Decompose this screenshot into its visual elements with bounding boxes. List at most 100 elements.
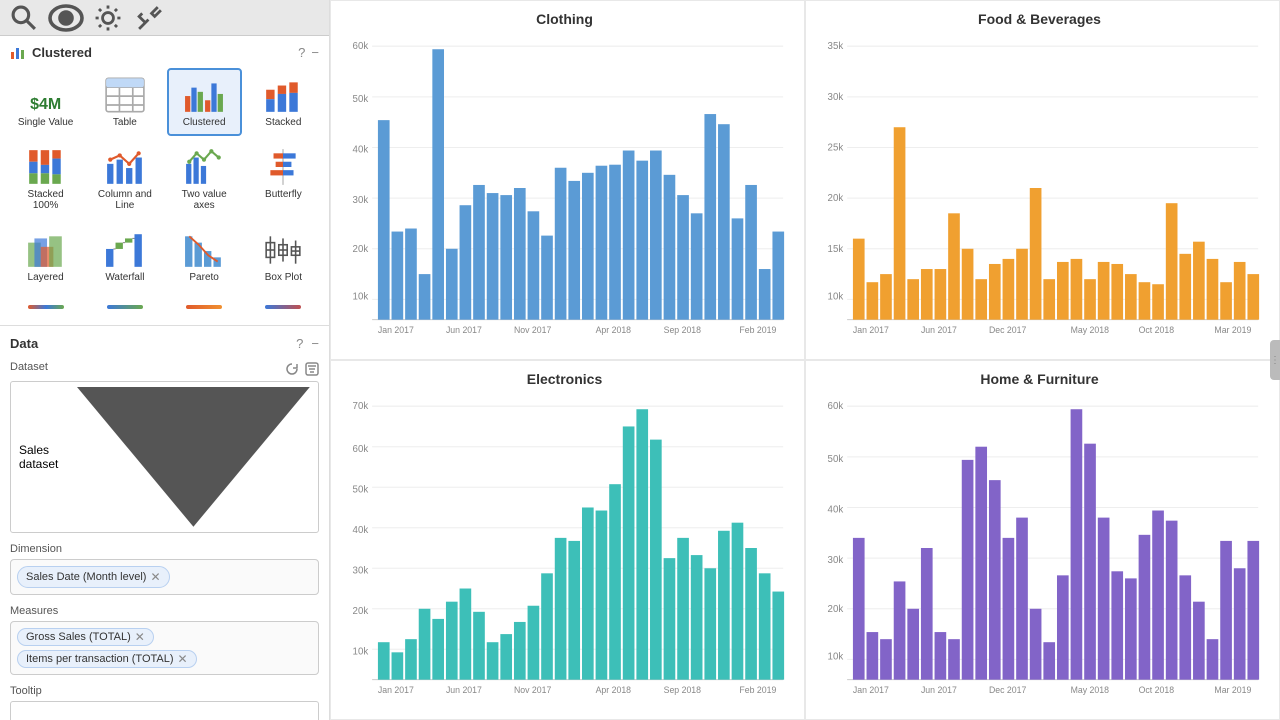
chart-type-grid: $4M Single Value Table bbox=[6, 66, 323, 293]
chart-type-pareto[interactable]: Pareto bbox=[167, 223, 242, 291]
chart-type-waterfall[interactable]: Waterfall bbox=[87, 223, 162, 291]
chart-wrapper-food: 35k 30k 25k 20k 15k 10k bbox=[816, 31, 1263, 345]
dimension-pill-0[interactable]: Sales Date (Month level) ✕ bbox=[17, 566, 170, 588]
measures-label: Measures bbox=[10, 605, 319, 617]
svg-text:60k: 60k bbox=[353, 41, 369, 52]
layered-icon bbox=[26, 231, 66, 269]
single-value-label: Single Value bbox=[18, 117, 73, 128]
measures-pill-remove-0[interactable]: ✕ bbox=[135, 631, 145, 643]
chart-wrapper-furniture: 60k 50k 40k 30k 20k 10k bbox=[816, 391, 1263, 705]
tools-toolbar-btn[interactable] bbox=[130, 4, 170, 32]
svg-text:10k: 10k bbox=[353, 646, 369, 657]
svg-text:Oct 2018: Oct 2018 bbox=[1139, 685, 1174, 695]
table-icon bbox=[105, 76, 145, 114]
svg-text:Apr 2018: Apr 2018 bbox=[596, 685, 631, 695]
two-value-icon bbox=[184, 148, 224, 186]
chart-type-single-value[interactable]: $4M Single Value bbox=[8, 68, 83, 136]
chart-type-table[interactable]: Table bbox=[87, 68, 162, 136]
svg-text:15k: 15k bbox=[828, 244, 844, 255]
measures-pill-label-1: Items per transaction (TOTAL) bbox=[26, 653, 174, 665]
chart-svg-electronics: 70k 60k 50k 40k 30k 20k 10k bbox=[341, 391, 788, 705]
chart-svg-food: 35k 30k 25k 20k 15k 10k bbox=[816, 31, 1263, 345]
tooltip-input[interactable] bbox=[10, 701, 319, 720]
chart-type-butterfly[interactable]: Butterfly bbox=[246, 140, 321, 219]
refresh-icon[interactable] bbox=[285, 362, 299, 376]
chart-type-column-line[interactable]: Column and Line bbox=[87, 140, 162, 219]
data-section: Data ? − Dataset Sales data bbox=[0, 326, 329, 720]
svg-text:40k: 40k bbox=[828, 504, 844, 515]
dataset-actions bbox=[285, 362, 319, 376]
filter-icon[interactable] bbox=[305, 362, 319, 376]
single-value-icon: $4M bbox=[26, 76, 66, 114]
chart-type-extra1[interactable] bbox=[8, 297, 83, 317]
top-toolbar bbox=[0, 0, 329, 36]
svg-text:Nov 2017: Nov 2017 bbox=[514, 685, 551, 695]
svg-text:10k: 10k bbox=[353, 291, 369, 302]
butterfly-icon bbox=[263, 148, 303, 186]
chart-section-header: Clustered ? − bbox=[6, 42, 323, 66]
chart-type-extra3[interactable] bbox=[167, 297, 242, 317]
dataset-value: Sales dataset bbox=[19, 443, 77, 471]
svg-text:Jan 2017: Jan 2017 bbox=[853, 685, 889, 695]
dimension-label: Dimension bbox=[10, 543, 319, 555]
table-label: Table bbox=[113, 117, 137, 128]
chart-type-layered[interactable]: Layered bbox=[8, 223, 83, 291]
settings-toolbar-btn[interactable] bbox=[88, 4, 128, 32]
chart-section-label: Clustered bbox=[32, 45, 92, 60]
dimension-pill-container: Sales Date (Month level) ✕ bbox=[10, 559, 319, 595]
svg-text:Jan 2017: Jan 2017 bbox=[378, 325, 414, 335]
chart-type-two-value[interactable]: Two value axes bbox=[167, 140, 242, 219]
chart-type-clustered[interactable]: Clustered bbox=[167, 68, 242, 136]
pareto-icon bbox=[184, 231, 224, 269]
dataset-dropdown[interactable]: Sales dataset bbox=[10, 381, 319, 533]
measures-pill-0[interactable]: Gross Sales (TOTAL) ✕ bbox=[17, 628, 154, 646]
column-line-label: Column and Line bbox=[93, 189, 156, 211]
data-help-btn[interactable]: ? bbox=[296, 336, 303, 351]
measures-pill-remove-1[interactable]: ✕ bbox=[178, 653, 188, 665]
data-collapse-btn[interactable]: − bbox=[311, 336, 319, 351]
column-line-icon bbox=[105, 148, 145, 186]
svg-text:Jun 2017: Jun 2017 bbox=[446, 325, 482, 335]
svg-text:Dec 2017: Dec 2017 bbox=[989, 325, 1026, 335]
box-plot-icon bbox=[263, 231, 303, 269]
dimension-pill-remove-0[interactable]: ✕ bbox=[150, 571, 160, 583]
svg-text:10k: 10k bbox=[828, 651, 844, 662]
clustered-icon bbox=[184, 76, 224, 114]
svg-text:20k: 20k bbox=[353, 244, 369, 255]
clustered-label: Clustered bbox=[183, 117, 226, 128]
measures-pill-1[interactable]: Items per transaction (TOTAL) ✕ bbox=[17, 650, 197, 668]
stacked-icon bbox=[263, 76, 303, 114]
svg-text:35k: 35k bbox=[828, 41, 844, 52]
svg-text:20k: 20k bbox=[353, 606, 369, 617]
stacked100-icon bbox=[26, 148, 66, 186]
svg-text:Nov 2017: Nov 2017 bbox=[514, 325, 551, 335]
chart-type-box-plot[interactable]: Box Plot bbox=[246, 223, 321, 291]
data-section-header: Data ? − bbox=[10, 336, 319, 351]
svg-text:50k: 50k bbox=[353, 94, 369, 105]
panel-resizer[interactable]: ⋮ bbox=[1270, 340, 1280, 380]
chart-type-extra2[interactable] bbox=[87, 297, 162, 317]
left-panel: Clustered ? − $4M Single Value bbox=[0, 0, 330, 720]
svg-text:Dec 2017: Dec 2017 bbox=[989, 685, 1026, 695]
dataset-row: Dataset bbox=[10, 361, 319, 377]
two-value-label: Two value axes bbox=[173, 189, 236, 211]
svg-text:30k: 30k bbox=[353, 195, 369, 206]
svg-text:Feb 2019: Feb 2019 bbox=[739, 685, 776, 695]
chart-type-extra4[interactable] bbox=[246, 297, 321, 317]
chart-title-electronics: Electronics bbox=[341, 371, 788, 387]
chart-area: Clothing 60k 50k 40k 30k 20k 10k bbox=[330, 0, 1280, 720]
svg-text:May 2018: May 2018 bbox=[1071, 685, 1109, 695]
chart-help-btn[interactable]: ? bbox=[298, 45, 305, 60]
butterfly-label: Butterfly bbox=[265, 189, 302, 200]
chart-svg-furniture: 60k 50k 40k 30k 20k 10k bbox=[816, 391, 1263, 705]
eye-toolbar-btn[interactable] bbox=[46, 4, 86, 32]
measures-pill-container: Gross Sales (TOTAL) ✕ Items per transact… bbox=[10, 621, 319, 675]
chart-collapse-btn[interactable]: − bbox=[311, 45, 319, 60]
svg-text:30k: 30k bbox=[353, 565, 369, 576]
svg-text:60k: 60k bbox=[828, 401, 844, 412]
chart-type-stacked[interactable]: Stacked bbox=[246, 68, 321, 136]
chart-svg-clothing: 60k 50k 40k 30k 20k 10k bbox=[341, 31, 788, 345]
svg-text:Jan 2017: Jan 2017 bbox=[378, 685, 414, 695]
chart-type-stacked100[interactable]: Stacked 100% bbox=[8, 140, 83, 219]
search-toolbar-btn[interactable] bbox=[4, 4, 44, 32]
